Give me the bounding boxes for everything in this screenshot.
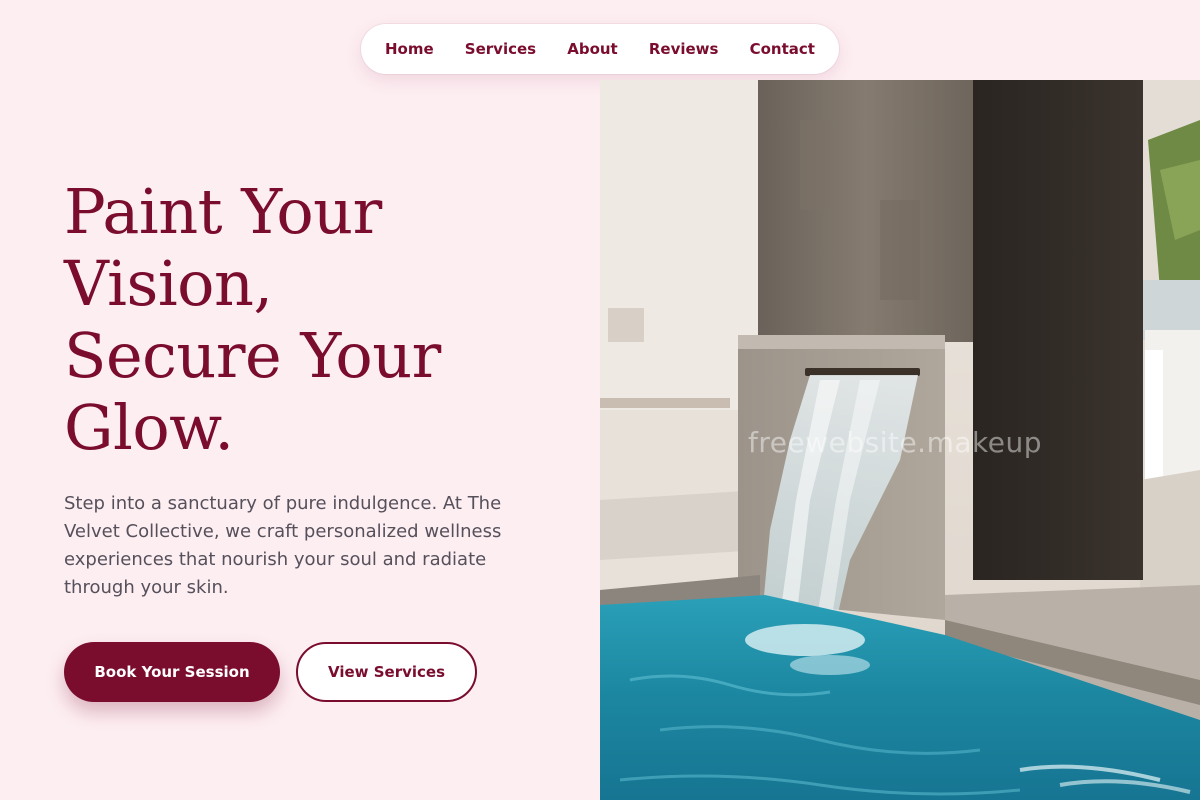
hero-subtext: Step into a sanctuary of pure indulgence… <box>64 493 502 598</box>
nav-reviews[interactable]: Reviews <box>649 40 719 58</box>
hero-headline-line-1: Paint Your <box>64 175 382 248</box>
view-services-button[interactable]: View Services <box>296 642 477 702</box>
nav-home[interactable]: Home <box>385 40 434 58</box>
hero-headline-line-4: Glow. <box>64 391 234 464</box>
main-navigation: Home Services About Reviews Contact <box>361 24 839 74</box>
hero-headline-line-3: Secure Your <box>64 319 441 392</box>
book-session-button[interactable]: Book Your Session <box>64 642 280 702</box>
nav-about[interactable]: About <box>567 40 618 58</box>
nav-contact[interactable]: Contact <box>750 40 815 58</box>
hero-headline-line-2: Vision, <box>64 247 273 320</box>
hero-image-pool-waterfall <box>600 80 1200 800</box>
nav-services[interactable]: Services <box>465 40 536 58</box>
hero-headline: Paint Your Vision, Secure Your Glow. <box>64 176 584 464</box>
